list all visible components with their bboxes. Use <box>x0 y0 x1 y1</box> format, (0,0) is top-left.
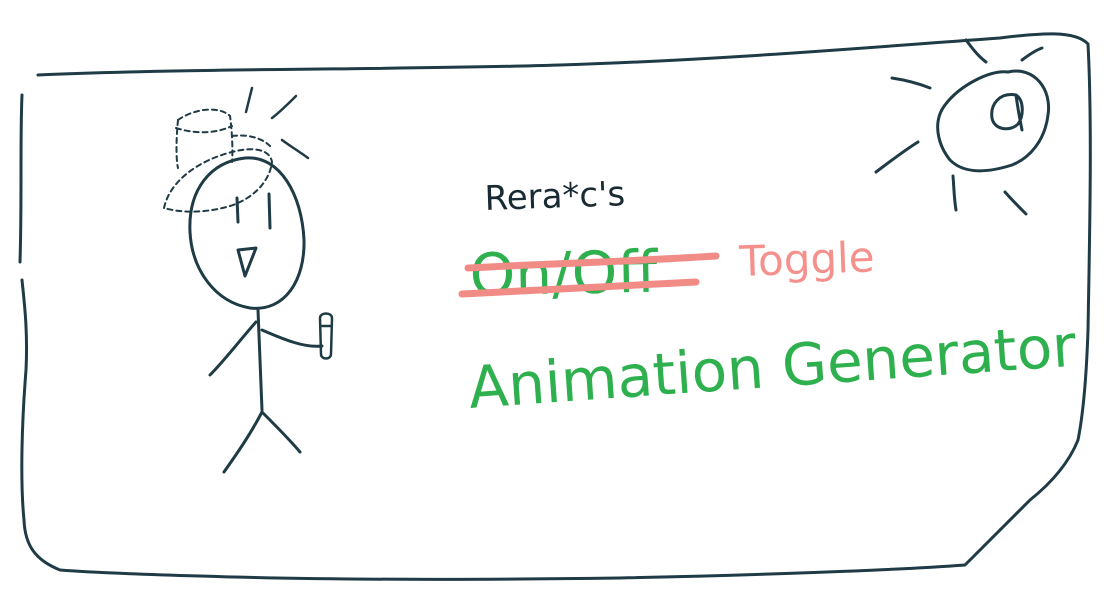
author-label: Rera*c's <box>484 174 626 219</box>
flashlight-icon <box>318 312 334 360</box>
subtitle-label: Animation Generator <box>466 312 1078 422</box>
crossed-out-label: On/Off <box>469 238 660 309</box>
stick-figure-icon <box>188 156 324 474</box>
sketch-canvas: Rera*c's On/Off Toggle Animation Generat… <box>18 32 1092 581</box>
toggle-label: Toggle <box>738 232 876 286</box>
hat-icon <box>163 108 273 213</box>
sun-icon <box>874 38 1051 216</box>
light-rays <box>244 86 310 160</box>
